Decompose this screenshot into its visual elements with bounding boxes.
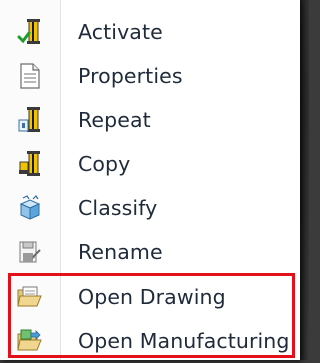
menu-item-label: Activate: [78, 20, 163, 44]
repeat-icon: [0, 98, 60, 142]
menu-item-label: Classify: [78, 196, 158, 220]
menu-item-label: Open Drawing: [78, 285, 226, 309]
menu-item-label: Rename: [78, 240, 163, 264]
open-manufacturing-icon: [0, 319, 60, 363]
menu-item-label: Properties: [78, 64, 183, 88]
menu-item-open-drawing[interactable]: Open Drawing: [0, 275, 300, 319]
menu-item-open-manufacturing[interactable]: Open Manufacturing: [0, 319, 300, 363]
context-menu: Activate Properties Repeat Copy Classify…: [0, 0, 300, 360]
menu-item-label: Copy: [78, 152, 131, 176]
activate-icon: [0, 10, 60, 54]
properties-icon: [0, 54, 60, 98]
classify-icon: [0, 186, 60, 230]
menu-item-label: Repeat: [78, 108, 151, 132]
menu-item-copy[interactable]: Copy: [0, 142, 300, 186]
rename-icon: [0, 230, 60, 274]
menu-item-label: Open Manufacturing: [78, 329, 290, 353]
menu-shadow: [300, 0, 309, 360]
menu-item-properties[interactable]: Properties: [0, 54, 300, 98]
menu-item-classify[interactable]: Classify: [0, 186, 300, 230]
open-drawing-icon: [0, 275, 60, 319]
menu-item-repeat[interactable]: Repeat: [0, 98, 300, 142]
menu-item-activate[interactable]: Activate: [0, 10, 300, 54]
menu-item-rename[interactable]: Rename: [0, 230, 300, 274]
copy-icon: [0, 142, 60, 186]
